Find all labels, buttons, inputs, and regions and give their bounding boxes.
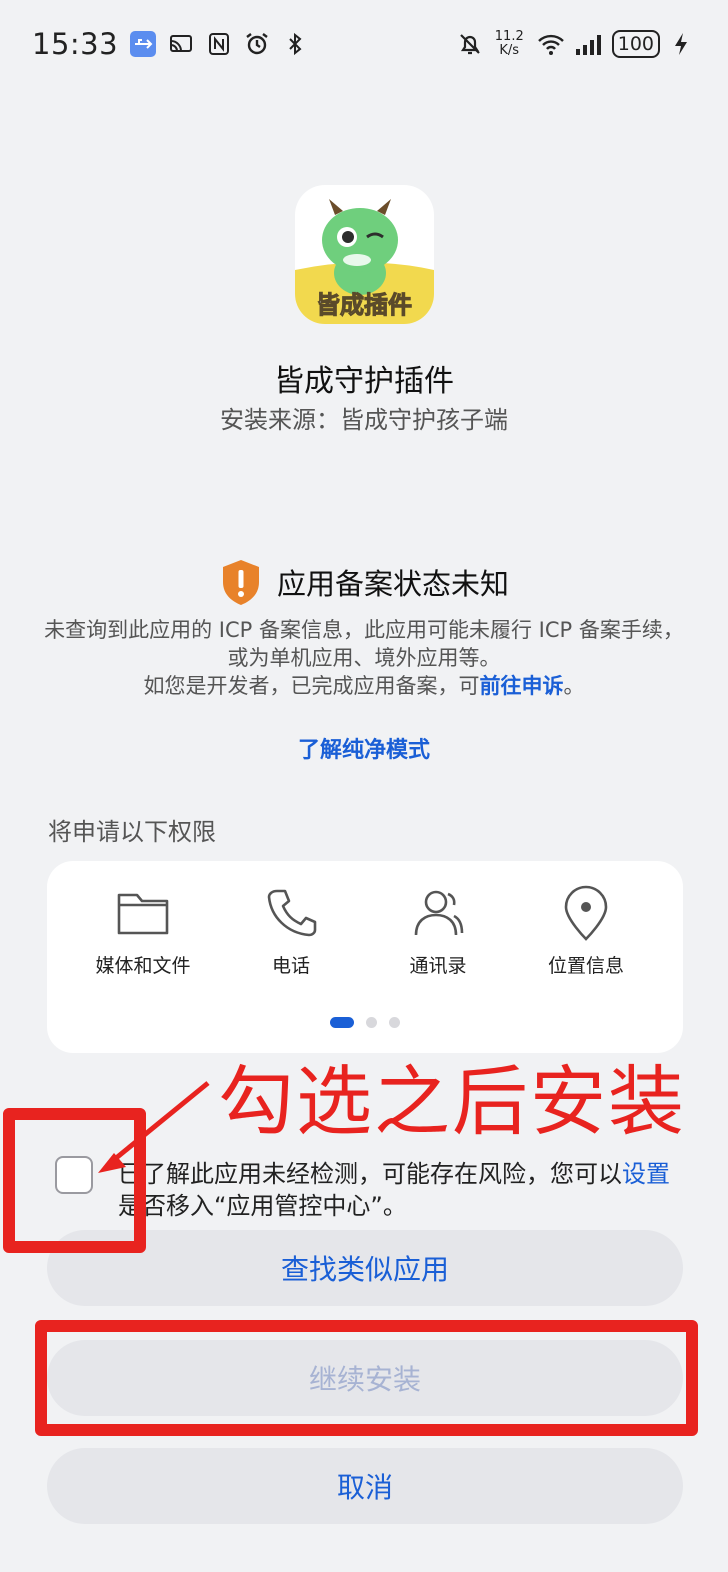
- mute-bell-icon: [457, 31, 483, 57]
- appeal-link[interactable]: 前往申诉: [480, 674, 564, 698]
- charging-icon: [672, 31, 698, 57]
- permissions-card[interactable]: 媒体和文件 电话 通讯录 位置信息: [47, 861, 683, 1053]
- page-dot: [366, 1017, 377, 1028]
- icp-line2: 如您是开发者，已完成应用备案，可前往申诉。: [40, 672, 688, 700]
- app-icon-text: 皆成插件: [316, 291, 412, 319]
- permission-location[interactable]: 位置信息: [516, 885, 656, 978]
- icp-status-header: 应用备案状态未知: [0, 558, 728, 606]
- status-bar: 15:33 11.2 K/s 100: [0, 0, 728, 88]
- signal-icon: [574, 31, 601, 57]
- permission-contacts[interactable]: 通讯录: [368, 885, 508, 978]
- install-source: 安装来源：皆成守护孩子端: [220, 406, 508, 434]
- net-speed-unit: K/s: [499, 43, 520, 58]
- icp-line2-suffix: 。: [563, 674, 585, 698]
- permission-label: 通讯录: [409, 955, 467, 977]
- shield-warning-icon: [222, 560, 259, 605]
- nfc-icon: [206, 31, 232, 57]
- settings-link[interactable]: 设置: [622, 1160, 670, 1188]
- folder-icon: [117, 893, 169, 935]
- battery-indicator: 100: [611, 30, 660, 58]
- annotation-text: 勾选之后安装: [218, 1057, 686, 1146]
- wifi-icon: [536, 31, 564, 57]
- dragon-logo-icon: 皆成插件: [295, 185, 434, 324]
- alarm-icon: [244, 31, 270, 57]
- permission-label: 媒体和文件: [95, 955, 191, 977]
- net-speed-value: 11.2: [494, 29, 524, 44]
- bluetooth-icon: [282, 31, 308, 57]
- usb-icon: [130, 31, 157, 57]
- location-icon: [564, 885, 608, 941]
- permission-label: 位置信息: [547, 955, 624, 977]
- permission-label: 电话: [271, 955, 310, 977]
- phone-icon: [267, 889, 317, 937]
- status-time: 15:33: [32, 27, 119, 61]
- pure-mode-link[interactable]: 了解纯净模式: [0, 732, 728, 764]
- cancel-button[interactable]: 取消: [47, 1448, 683, 1524]
- permission-media-files[interactable]: 媒体和文件: [73, 885, 213, 978]
- app-name: 皆成守护插件: [274, 364, 454, 399]
- icp-line2-prefix: 如您是开发者，已完成应用备案，可: [143, 674, 480, 698]
- net-speed: 11.2 K/s: [495, 30, 524, 58]
- cast-icon: [168, 31, 194, 57]
- annotation-arrow-icon: [98, 1081, 210, 1173]
- page-dot-active: [330, 1017, 354, 1028]
- page-indicator: [47, 1017, 683, 1028]
- page-dot: [389, 1017, 400, 1028]
- icp-line1: 未查询到此应用的 ICP 备案信息，此应用可能未履行 ICP 备案手续，或为单机…: [44, 618, 684, 670]
- annotation-box-install: [35, 1320, 698, 1436]
- icp-description: 未查询到此应用的 ICP 备案信息，此应用可能未履行 ICP 备案手续，或为单机…: [40, 616, 688, 700]
- status-right: 11.2 K/s 100: [457, 30, 698, 58]
- icp-title: 应用备案状态未知: [276, 567, 509, 601]
- status-left: 15:33: [32, 27, 308, 61]
- permission-phone[interactable]: 电话: [221, 885, 361, 978]
- consent-suffix: 是否移入“应用管控中心”。: [118, 1192, 407, 1220]
- app-icon: 皆成插件: [295, 185, 434, 324]
- contacts-icon: [414, 890, 464, 936]
- permissions-title: 将申请以下权限: [48, 818, 216, 846]
